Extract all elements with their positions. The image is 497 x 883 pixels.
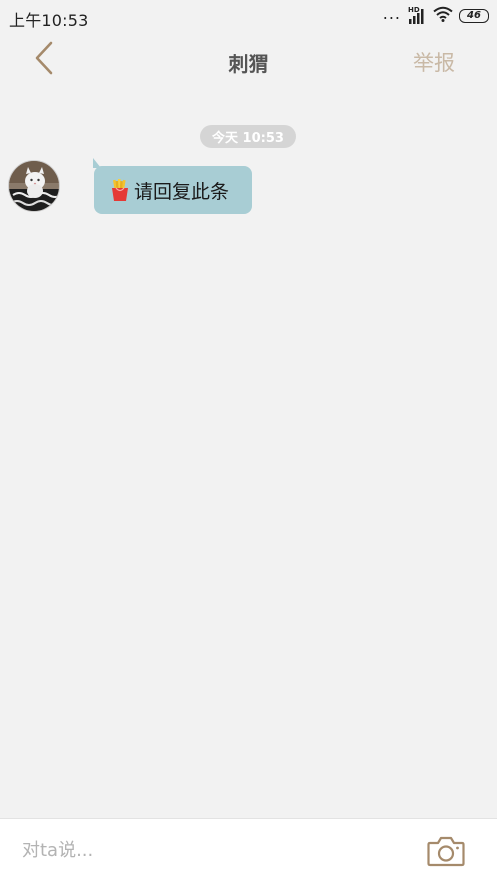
- message-input[interactable]: [22, 833, 392, 867]
- status-time: 上午10:53: [9, 11, 89, 30]
- bubble-tail: [93, 158, 101, 168]
- more-dots-icon: ...: [382, 4, 401, 23]
- status-bar: 上午10:53 ... HD 46: [0, 0, 497, 34]
- wifi-icon: [433, 6, 453, 26]
- message-text: 请回复此条: [134, 180, 230, 203]
- french-fries-icon: [110, 178, 130, 202]
- hd-badge: HD: [408, 6, 420, 14]
- timestamp-badge: 今天 10:53: [200, 125, 296, 148]
- input-bar: [0, 818, 497, 883]
- battery-level: 46: [467, 10, 481, 21]
- camera-icon: [427, 836, 465, 871]
- battery-icon: 46: [459, 9, 489, 23]
- status-icons: ... HD 46: [383, 6, 489, 26]
- avatar[interactable]: [8, 160, 60, 212]
- camera-button[interactable]: [427, 835, 465, 867]
- message-bubble[interactable]: 请回复此条: [93, 158, 252, 214]
- nav-bar: 刺猬 举报: [0, 34, 497, 86]
- signal-icon: HD: [407, 6, 427, 25]
- report-button[interactable]: 举报: [413, 47, 455, 77]
